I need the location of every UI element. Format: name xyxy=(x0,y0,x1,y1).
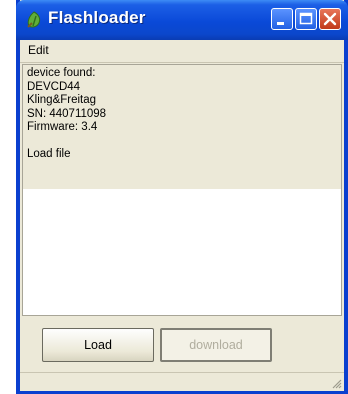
minimize-button[interactable] xyxy=(271,8,293,30)
maximize-button[interactable] xyxy=(295,8,317,30)
log-line: device found: xyxy=(27,67,96,79)
maximize-icon xyxy=(299,12,313,25)
window-title: Flashloader xyxy=(48,8,146,27)
resize-grip-icon[interactable] xyxy=(330,377,342,389)
menu-bar: Edit xyxy=(20,40,344,63)
flashloader-window: Flashloader Edit device found: DEVCD44 K… xyxy=(16,0,348,394)
log-line: Load file xyxy=(27,148,71,160)
load-button[interactable]: Load xyxy=(42,328,154,362)
download-button[interactable]: download xyxy=(160,328,272,362)
title-bar[interactable]: Flashloader xyxy=(16,0,348,40)
menu-edit[interactable]: Edit xyxy=(28,43,49,57)
log-line: DEVCD44 xyxy=(27,80,81,93)
log-line: Firmware: 3.4 xyxy=(27,121,98,133)
log-line: SN: 440711098 xyxy=(27,107,107,120)
minimize-icon xyxy=(277,22,284,25)
status-bar xyxy=(20,372,344,391)
app-icon[interactable] xyxy=(24,10,44,30)
output-log-lines: device found: DEVCD44 Kling&Freitag SN: … xyxy=(27,67,106,162)
log-line: Kling&Freitag xyxy=(27,94,97,106)
close-button[interactable] xyxy=(319,8,341,30)
output-log[interactable]: device found: DEVCD44 Kling&Freitag SN: … xyxy=(22,64,342,316)
close-icon xyxy=(323,12,337,26)
